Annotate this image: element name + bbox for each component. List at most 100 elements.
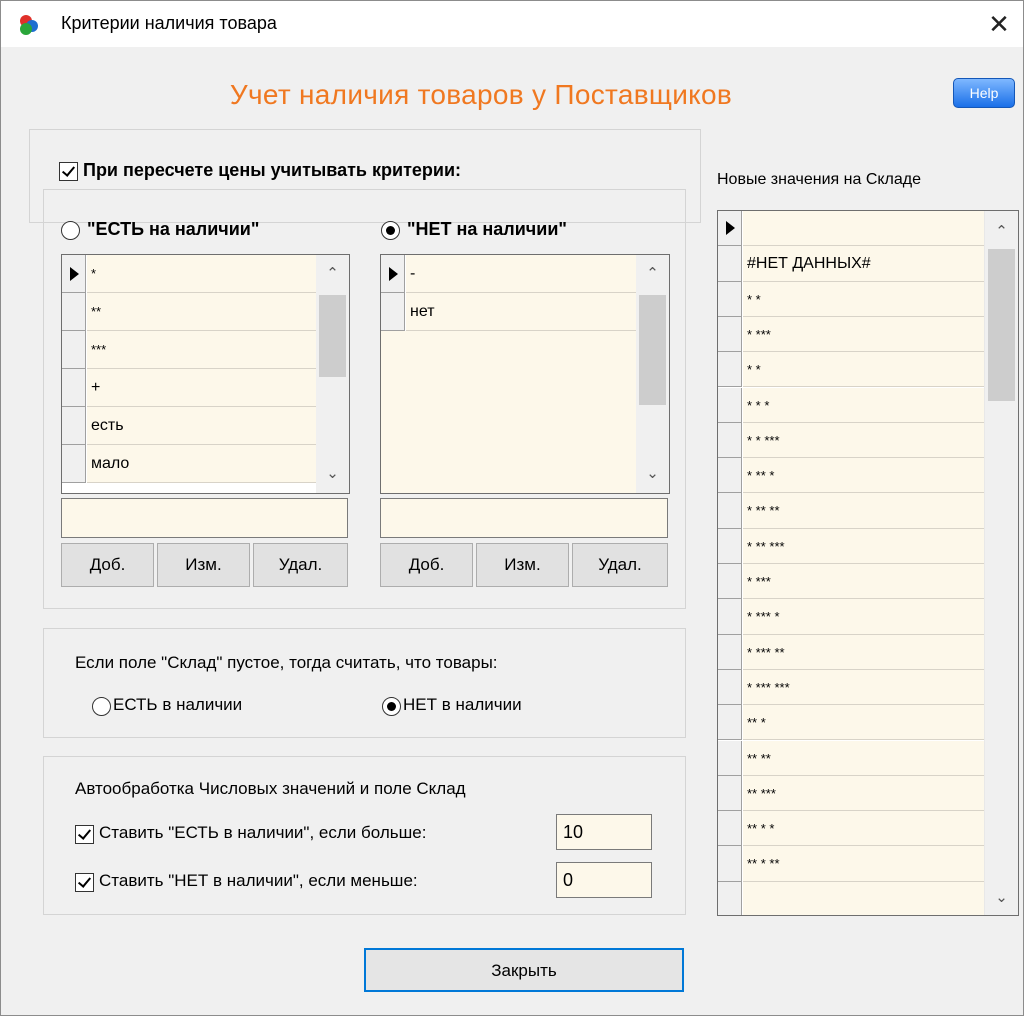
empty-yes-radio[interactable] xyxy=(92,697,111,716)
list-item[interactable]: * * *** xyxy=(718,422,1018,459)
list-item[interactable]: * ** ** xyxy=(718,493,1018,529)
row-header xyxy=(718,493,742,529)
no-delete-button[interactable]: Удал. xyxy=(572,543,668,587)
row-header xyxy=(718,775,742,812)
yes-edit-button[interactable]: Изм. xyxy=(157,543,250,587)
stock-value-cell: * ** * xyxy=(743,458,985,494)
auto-yes-value-input[interactable]: 10 xyxy=(556,814,652,850)
stock-value-cell xyxy=(743,881,985,915)
scroll-thumb[interactable] xyxy=(319,295,346,377)
list-item[interactable]: ** * * xyxy=(718,811,1018,847)
stock-value-cell: * * *** xyxy=(743,422,985,459)
yes-delete-button[interactable]: Удал. xyxy=(253,543,348,587)
stock-value-cell: * *** * xyxy=(743,599,985,635)
list-item[interactable] xyxy=(718,881,1018,915)
row-header xyxy=(718,528,742,564)
row-header xyxy=(718,599,742,635)
list-item[interactable]: нет xyxy=(381,293,669,331)
list-item[interactable]: * * xyxy=(718,352,1018,388)
stock-value-cell: #НЕТ ДАННЫХ# xyxy=(743,246,985,282)
use-criteria-label: При пересчете цены учитывать критерии: xyxy=(83,160,462,180)
page-heading: Учет наличия товаров у Поставщиков xyxy=(229,79,733,110)
yes-availability-label: "ЕСТЬ на наличии" xyxy=(87,219,260,239)
list-item[interactable]: есть xyxy=(62,407,349,445)
list-item[interactable]: мало xyxy=(62,445,349,483)
auto-yes-checkbox[interactable] xyxy=(75,825,94,844)
list-item[interactable]: ** * ** xyxy=(718,846,1018,882)
use-criteria-checkbox[interactable] xyxy=(59,162,78,181)
close-button[interactable]: Закрыть xyxy=(364,948,684,992)
app-icon xyxy=(20,15,38,35)
row-pointer-icon xyxy=(62,255,86,293)
list-item[interactable]: * ** * xyxy=(718,458,1018,494)
list-item[interactable]: + xyxy=(62,369,349,407)
empty-field-group xyxy=(43,628,686,738)
no-list-scrollbar[interactable]: ⌃ ⌄ xyxy=(636,255,669,493)
yes-list-scrollbar[interactable]: ⌃ ⌄ xyxy=(316,255,349,493)
stock-list-scrollbar[interactable]: ⌃ ⌄ xyxy=(984,211,1018,915)
row-pointer-icon xyxy=(381,255,405,293)
list-item[interactable]: ** *** xyxy=(718,775,1018,812)
yes-criteria-input[interactable] xyxy=(61,498,348,538)
list-item[interactable]: *** xyxy=(62,331,349,369)
stock-value-cell: ** * * xyxy=(743,811,985,847)
chevron-up-icon[interactable]: ⌃ xyxy=(985,217,1018,247)
row-header xyxy=(718,564,742,600)
no-edit-button[interactable]: Изм. xyxy=(476,543,569,587)
no-add-button[interactable]: Доб. xyxy=(380,543,473,587)
no-criteria-list[interactable]: - нет ⌃ ⌄ xyxy=(380,254,670,494)
list-item[interactable]: ** * xyxy=(718,705,1018,741)
chevron-down-icon[interactable]: ⌄ xyxy=(316,459,349,489)
title-bar: Критерии наличия товара ✕ xyxy=(1,1,1023,47)
no-criteria-input[interactable] xyxy=(380,498,668,538)
stock-value-cell: * * xyxy=(743,352,985,388)
auto-no-value-input[interactable]: 0 xyxy=(556,862,652,898)
row-pointer-icon xyxy=(718,211,742,247)
scroll-thumb[interactable] xyxy=(988,249,1015,401)
auto-no-checkbox[interactable] xyxy=(75,873,94,892)
stock-value-cell: ** * ** xyxy=(743,846,985,882)
chevron-down-icon[interactable]: ⌄ xyxy=(985,883,1018,913)
no-availability-radio[interactable] xyxy=(381,221,400,240)
auto-processing-label: Автообработка Числовых значений и поле С… xyxy=(75,779,466,798)
stock-values-list[interactable]: #НЕТ ДАННЫХ# * * * *** * * * * * * * *** * ** … xyxy=(717,210,1019,916)
row-header xyxy=(718,352,742,388)
list-item[interactable]: * xyxy=(62,255,349,293)
yes-availability-radio[interactable] xyxy=(61,221,80,240)
list-item[interactable]: #НЕТ ДАННЫХ# xyxy=(718,246,1018,282)
stock-value-cell: * * * xyxy=(743,387,985,423)
list-item[interactable] xyxy=(718,211,1018,247)
list-item[interactable]: * *** xyxy=(718,564,1018,600)
list-item[interactable]: ** xyxy=(62,293,349,331)
yes-criteria-list[interactable]: * ** *** + есть мало ⌃ ⌄ xyxy=(61,254,350,494)
chevron-up-icon[interactable]: ⌃ xyxy=(636,259,669,289)
list-item[interactable]: * * xyxy=(718,281,1018,317)
stock-value-cell: * *** xyxy=(743,316,985,353)
yes-add-button[interactable]: Доб. xyxy=(61,543,154,587)
stock-value-cell: * *** xyxy=(743,564,985,600)
empty-no-radio[interactable] xyxy=(382,697,401,716)
chevron-down-icon[interactable]: ⌄ xyxy=(636,459,669,489)
list-item[interactable]: * * * xyxy=(718,387,1018,423)
list-empty-area xyxy=(381,331,636,493)
stock-value-cell: * *** *** xyxy=(743,669,985,706)
list-item[interactable]: * ** *** xyxy=(718,528,1018,564)
row-header xyxy=(718,246,742,282)
row-header xyxy=(718,705,742,741)
list-item[interactable]: * *** * xyxy=(718,599,1018,635)
list-item[interactable]: ** ** xyxy=(718,740,1018,776)
close-icon[interactable]: ✕ xyxy=(979,5,1019,43)
list-item[interactable]: * *** xyxy=(718,316,1018,353)
row-header xyxy=(718,422,742,459)
stock-value-cell: * ** ** xyxy=(743,493,985,529)
empty-yes-label: ЕСТЬ в наличии xyxy=(113,695,243,714)
stock-value-cell: ** ** xyxy=(743,740,985,776)
list-item[interactable]: * *** *** xyxy=(718,669,1018,706)
list-item[interactable]: - xyxy=(381,255,669,293)
row-header xyxy=(718,881,742,915)
window-title: Критерии наличия товара xyxy=(61,13,277,33)
help-button[interactable]: Help xyxy=(953,78,1015,108)
scroll-thumb[interactable] xyxy=(639,295,666,405)
list-item[interactable]: * *** ** xyxy=(718,634,1018,670)
chevron-up-icon[interactable]: ⌃ xyxy=(316,259,349,289)
